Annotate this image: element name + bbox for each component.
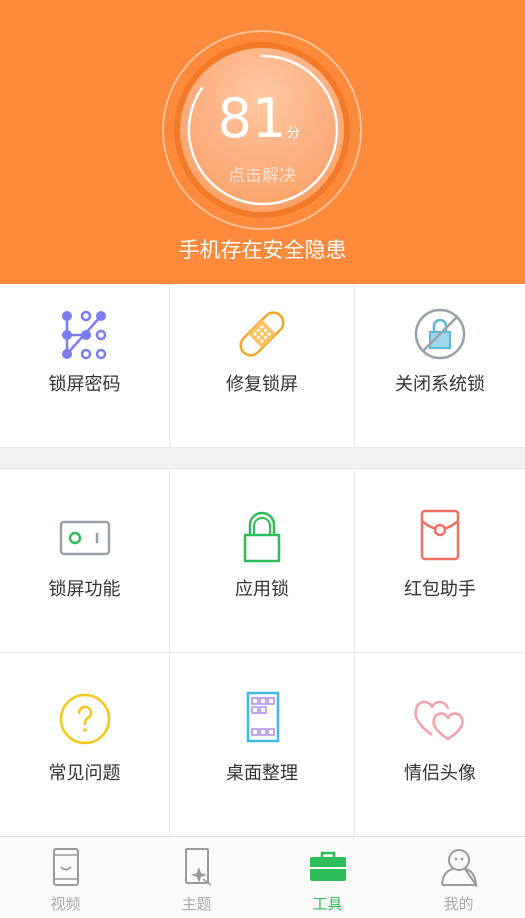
lock-disabled-icon [414,308,466,360]
nav-label: 工具 [312,895,343,913]
tool-app-lock[interactable]: 应用锁 [170,469,355,653]
tool-label: 关闭系统锁 [395,374,485,395]
tool-label: 情侣头像 [404,763,476,784]
desktop-grid-icon [246,691,280,743]
bandage-icon [239,311,285,357]
tool-couple-avatars[interactable]: 情侣头像 [355,653,525,837]
question-circle-icon [59,693,110,745]
tool-label: 红包助手 [404,579,476,600]
nav-tab-me[interactable]: 我的 [393,837,524,918]
red-envelope-icon [420,509,460,561]
tool-label: 锁屏密码 [48,374,121,395]
toggle-switch-icon [59,520,110,556]
security-header: 81 分 点击解决 手机存在安全隐患 [0,0,525,284]
user-profile-icon [440,849,477,887]
tool-faq[interactable]: 常见问题 [0,653,170,837]
tool-lock-password[interactable]: 锁屏密码 [0,284,170,448]
fix-issues-link[interactable]: 点击解决 [212,164,312,188]
nav-tab-video[interactable]: 视频 [0,837,131,918]
tool-lock-features[interactable]: 锁屏功能 [0,469,170,653]
tool-red-envelope-helper[interactable]: 红包助手 [355,469,525,653]
tool-desktop-organizer[interactable]: 桌面整理 [170,653,355,837]
pattern-lock-icon [61,310,106,360]
nav-label: 视频 [50,895,81,913]
padlock-icon [243,511,281,563]
tool-label: 修复锁屏 [226,374,298,395]
theme-sparkle-icon [184,848,211,886]
nav-tab-theme[interactable]: 主题 [131,837,262,918]
toolbox-icon [309,851,346,881]
couple-hearts-icon [414,700,464,741]
video-phone-icon [52,848,79,886]
tool-repair-lock[interactable]: 修复锁屏 [170,284,355,448]
tools-section-utilities: 锁屏功能 应用锁 红包助手 常见问题 桌面整理 情侣头像 [0,468,525,837]
tool-label: 应用锁 [235,579,289,600]
tools-section-lock: 锁屏密码 修复锁屏 关闭系统锁 [0,284,525,448]
tool-disable-system-lock[interactable]: 关闭系统锁 [355,284,525,448]
tool-label: 常见问题 [48,763,121,784]
nav-label: 主题 [181,895,212,913]
nav-label: 我的 [443,895,474,913]
tool-label: 桌面整理 [226,763,298,784]
nav-tab-tools[interactable]: 工具 [262,837,393,918]
bottom-nav: 视频 主题 工具 我的 [0,836,525,918]
score-unit: 分 [287,126,301,141]
security-score: 81 [217,87,287,150]
tool-label: 锁屏功能 [48,579,121,600]
security-warning: 手机存在安全隐患 [178,238,347,262]
